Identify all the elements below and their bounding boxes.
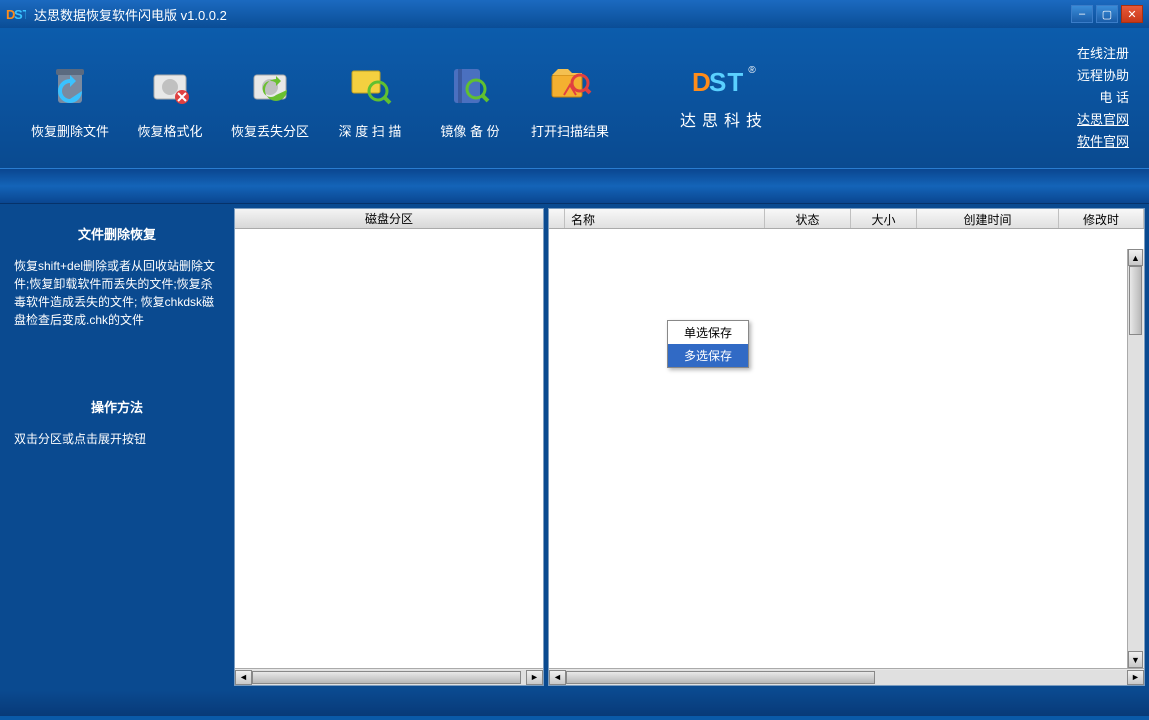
scroll-right-icon[interactable]: ► bbox=[526, 670, 543, 685]
file-columns: 名称 状态 大小 创建时间 修改时 bbox=[549, 209, 1144, 229]
tool-label: 恢复格式化 bbox=[120, 121, 220, 140]
file-panel: 名称 状态 大小 创建时间 修改时 ◄ ► ▲ ▼ 单选保存 多选保存 bbox=[548, 208, 1145, 686]
link-software[interactable]: 软件官网 bbox=[1077, 131, 1129, 153]
main-area: 文件删除恢复 恢复shift+del删除或者从回收站删除文件;恢复卸载软件而丢失… bbox=[0, 204, 1149, 690]
scroll-left-icon[interactable]: ◄ bbox=[235, 670, 252, 685]
link-official[interactable]: 达思官网 bbox=[1077, 109, 1129, 131]
left-desc: 恢复shift+del删除或者从回收站删除文件;恢复卸载软件而丢失的文件;恢复杀… bbox=[14, 257, 220, 329]
left-info-panel: 文件删除恢复 恢复shift+del删除或者从回收站删除文件;恢复卸载软件而丢失… bbox=[4, 208, 230, 686]
brand-name: 达思科技 bbox=[680, 107, 768, 131]
col-size[interactable]: 大小 bbox=[851, 209, 917, 228]
left-method: 双击分区或点击展开按钮 bbox=[14, 430, 220, 448]
tool-label: 恢复删除文件 bbox=[20, 121, 120, 140]
tool-deep-scan[interactable]: 深 度 扫 描 bbox=[320, 57, 420, 140]
tool-label: 镜像 备 份 bbox=[420, 121, 520, 140]
brand-block: DST ® 达思科技 bbox=[680, 65, 768, 131]
col-name[interactable]: 名称 bbox=[565, 209, 765, 228]
tool-image-backup[interactable]: 镜像 备 份 bbox=[420, 57, 520, 140]
recover-deleted-icon bbox=[42, 57, 98, 113]
col-mtime[interactable]: 修改时 bbox=[1059, 209, 1144, 228]
svg-text:ST: ST bbox=[14, 7, 26, 22]
tool-label: 恢复丢失分区 bbox=[220, 121, 320, 140]
file-hscroll[interactable]: ◄ ► bbox=[549, 668, 1144, 685]
file-list[interactable] bbox=[549, 229, 1144, 668]
brand-logo: DST bbox=[692, 65, 748, 107]
ctx-multi-save[interactable]: 多选保存 bbox=[668, 344, 748, 367]
app-logo: DST bbox=[6, 6, 26, 22]
scroll-left-icon[interactable]: ◄ bbox=[549, 670, 566, 685]
col-status[interactable]: 状态 bbox=[765, 209, 851, 228]
tool-open-result[interactable]: 打开扫描结果 bbox=[520, 57, 620, 140]
open-result-icon bbox=[542, 57, 598, 113]
link-register[interactable]: 在线注册 bbox=[1077, 43, 1129, 65]
main-toolbar: 恢复删除文件恢复格式化恢复丢失分区深 度 扫 描镜像 备 份打开扫描结果 DST… bbox=[0, 28, 1149, 168]
tool-recover-format[interactable]: 恢复格式化 bbox=[120, 57, 220, 140]
tool-recover-partition[interactable]: 恢复丢失分区 bbox=[220, 57, 320, 140]
left-heading-1: 文件删除恢复 bbox=[14, 224, 220, 243]
link-remote[interactable]: 远程协助 bbox=[1077, 65, 1129, 87]
app-title: 达思数据恢复软件闪电版 v1.0.0.2 bbox=[34, 5, 1071, 24]
left-heading-2: 操作方法 bbox=[14, 397, 220, 416]
tool-recover-deleted[interactable]: 恢复删除文件 bbox=[20, 57, 120, 140]
scroll-right-icon[interactable]: ► bbox=[1127, 670, 1144, 685]
partition-panel: 磁盘分区 ◄ ► bbox=[234, 208, 544, 686]
maximize-button[interactable]: ▢ bbox=[1096, 5, 1118, 23]
toolbar-divider bbox=[0, 168, 1149, 204]
recover-format-icon bbox=[142, 57, 198, 113]
bottom-bar bbox=[0, 690, 1149, 716]
title-bar: DST 达思数据恢复软件闪电版 v1.0.0.2 – ▢ ✕ bbox=[0, 0, 1149, 28]
deep-scan-icon bbox=[342, 57, 398, 113]
right-links: 在线注册 远程协助 电 话 达思官网 软件官网 bbox=[1077, 43, 1129, 153]
ctx-single-save[interactable]: 单选保存 bbox=[668, 321, 748, 344]
col-ctime[interactable]: 创建时间 bbox=[917, 209, 1059, 228]
file-vscroll[interactable]: ▲ ▼ bbox=[1127, 249, 1144, 668]
tree-hscroll[interactable]: ◄ ► bbox=[235, 668, 543, 685]
link-tel[interactable]: 电 话 bbox=[1077, 87, 1129, 109]
scroll-up-icon[interactable]: ▲ bbox=[1128, 249, 1143, 266]
image-backup-icon bbox=[442, 57, 498, 113]
tool-label: 打开扫描结果 bbox=[520, 121, 620, 140]
recover-partition-icon bbox=[242, 57, 298, 113]
partition-header: 磁盘分区 bbox=[235, 209, 543, 229]
scroll-down-icon[interactable]: ▼ bbox=[1128, 651, 1143, 668]
svg-text:ST: ST bbox=[709, 67, 744, 97]
context-menu[interactable]: 单选保存 多选保存 bbox=[667, 320, 749, 368]
close-button[interactable]: ✕ bbox=[1121, 5, 1143, 23]
tool-label: 深 度 扫 描 bbox=[320, 121, 420, 140]
brand-reg: ® bbox=[748, 65, 755, 76]
minimize-button[interactable]: – bbox=[1071, 5, 1093, 23]
partition-tree[interactable] bbox=[235, 229, 543, 668]
